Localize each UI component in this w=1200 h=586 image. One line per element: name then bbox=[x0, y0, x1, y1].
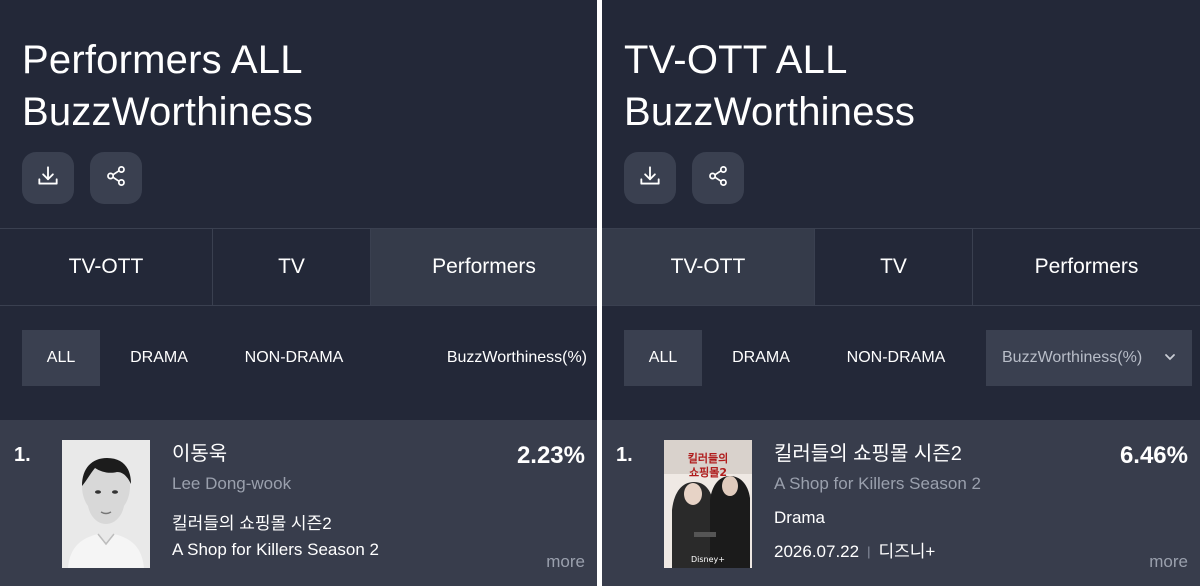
buzz-percent: 2.23% bbox=[516, 442, 585, 469]
filter-bar: ALL DRAMA NON-DRAMA BuzzWorthiness(%) bbox=[624, 330, 1192, 386]
show-title-ko: 킬러들의 쇼핑몰 시즌2 bbox=[774, 443, 962, 465]
filter-all[interactable]: ALL bbox=[624, 330, 702, 386]
work-title-en: A Shop for Killers Season 2 bbox=[172, 540, 379, 559]
title-line-1: TV-OTT ALL bbox=[624, 38, 848, 82]
item-info: 이동욱 Lee Dong-wook 킬러들의 쇼핑몰 시즌2 A Shop fo… bbox=[172, 440, 379, 562]
title-line-1: Performers ALL bbox=[22, 38, 303, 82]
meta-divider: | bbox=[867, 544, 871, 559]
tab-tv-ott[interactable]: TV-OTT bbox=[602, 229, 815, 305]
tv-ott-panel: TV-OTT ALL BuzzWorthiness TV-OTT TV Perf… bbox=[602, 0, 1200, 586]
rank-number: 1. bbox=[616, 444, 633, 466]
download-button[interactable] bbox=[624, 152, 676, 204]
performer-photo bbox=[62, 440, 150, 568]
share-button[interactable] bbox=[692, 152, 744, 204]
show-poster: 킬러들의 쇼핑몰2 Disney+ bbox=[664, 440, 752, 568]
list-item[interactable]: 1. 킬러들의 쇼핑몰2 Disney+ 킬러들의 쇼핑몰 시즌2 A Shop… bbox=[602, 420, 1200, 586]
chevron-down-icon bbox=[1164, 351, 1176, 366]
metric-label: BuzzWorthiness(%) bbox=[1002, 349, 1143, 366]
category-tabs: TV-OTT TV Performers bbox=[602, 228, 1200, 306]
page-title: Performers ALL BuzzWorthiness bbox=[22, 34, 313, 138]
filter-drama[interactable]: DRAMA bbox=[702, 330, 820, 386]
release-date: 2026.07.22 bbox=[774, 542, 860, 561]
filter-non-drama[interactable]: NON-DRAMA bbox=[218, 330, 370, 386]
list-item[interactable]: 1. 이동욱 Lee Dong-wook 킬러들의 쇼핑몰 시즌2 A Shop bbox=[0, 420, 597, 586]
genre-label: Drama bbox=[774, 508, 826, 527]
metric-selector[interactable]: BuzzWorthiness(%) bbox=[447, 330, 587, 386]
tab-performers[interactable]: Performers bbox=[371, 229, 597, 305]
performers-panel: Performers ALL BuzzWorthiness TV-OTT TV … bbox=[0, 0, 597, 586]
filter-drama[interactable]: DRAMA bbox=[100, 330, 218, 386]
work-title-ko: 킬러들의 쇼핑몰 시즌2 bbox=[172, 514, 332, 533]
buzz-percent: 6.46% bbox=[1119, 442, 1188, 469]
more-link[interactable]: more bbox=[546, 552, 585, 572]
release-meta: 2026.07.22 | 디즈니+ bbox=[774, 540, 981, 564]
show-title-en: A Shop for Killers Season 2 bbox=[774, 474, 981, 493]
svg-text:쇼핑몰2: 쇼핑몰2 bbox=[689, 465, 727, 479]
download-icon bbox=[35, 163, 61, 194]
share-icon bbox=[705, 163, 731, 194]
svg-text:킬러들의: 킬러들의 bbox=[688, 451, 728, 465]
download-button[interactable] bbox=[22, 152, 74, 204]
title-line-2: BuzzWorthiness bbox=[624, 90, 916, 134]
svg-text:Disney+: Disney+ bbox=[691, 555, 725, 564]
page-title: TV-OTT ALL BuzzWorthiness bbox=[624, 34, 915, 138]
tab-tv[interactable]: TV bbox=[213, 229, 371, 305]
filter-non-drama[interactable]: NON-DRAMA bbox=[820, 330, 972, 386]
metric-dropdown[interactable]: BuzzWorthiness(%) bbox=[986, 330, 1192, 386]
share-button[interactable] bbox=[90, 152, 142, 204]
platform-label: 디즈니+ bbox=[878, 542, 936, 561]
title-line-2: BuzzWorthiness bbox=[22, 90, 314, 134]
rank-number: 1. bbox=[14, 444, 31, 466]
tab-tv-ott[interactable]: TV-OTT bbox=[0, 229, 213, 305]
tab-performers[interactable]: Performers bbox=[973, 229, 1200, 305]
more-link[interactable]: more bbox=[1149, 552, 1188, 572]
item-info: 킬러들의 쇼핑몰 시즌2 A Shop for Killers Season 2… bbox=[774, 440, 981, 564]
performer-name-ko: 이동욱 bbox=[172, 443, 228, 465]
download-icon bbox=[637, 163, 663, 194]
share-icon bbox=[103, 163, 129, 194]
filter-all[interactable]: ALL bbox=[22, 330, 100, 386]
performer-name-en: Lee Dong-wook bbox=[172, 474, 292, 493]
category-tabs: TV-OTT TV Performers bbox=[0, 228, 597, 306]
tab-tv[interactable]: TV bbox=[815, 229, 973, 305]
comparison-stage: Performers ALL BuzzWorthiness TV-OTT TV … bbox=[0, 0, 1200, 586]
filter-bar: ALL DRAMA NON-DRAMA BuzzWorthiness(%) bbox=[22, 330, 587, 386]
